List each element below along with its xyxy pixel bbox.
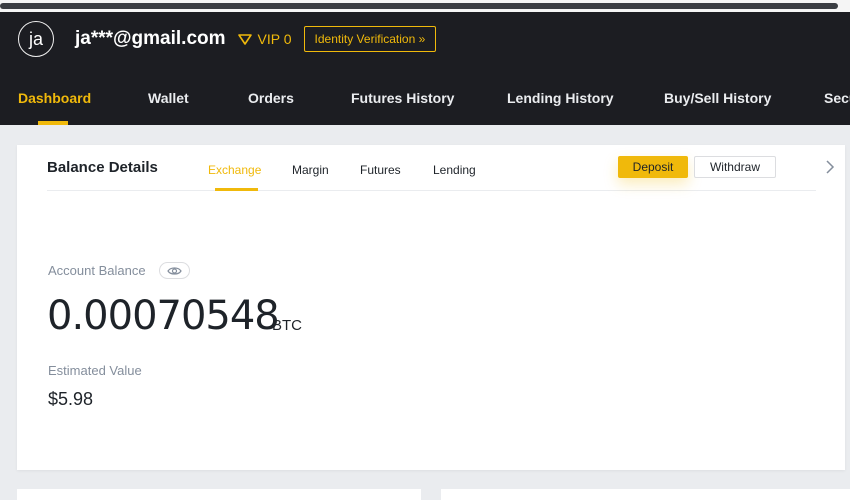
vip-label: VIP 0 [257, 31, 292, 47]
balance-details-title: Balance Details [47, 159, 158, 176]
chevron-right-icon[interactable] [825, 160, 835, 174]
deposit-button[interactable]: Deposit [618, 156, 688, 178]
lower-card-left [17, 489, 421, 500]
horizontal-scrollbar[interactable] [0, 3, 838, 9]
balance-card-header: Balance Details Exchange Margin Futures … [47, 145, 835, 191]
tab-futures[interactable]: Futures [360, 163, 401, 177]
tab-active-indicator [215, 188, 258, 191]
diamond-icon [237, 33, 252, 45]
avatar[interactable]: ja [18, 21, 54, 57]
vip-badge[interactable]: VIP 0 [237, 31, 292, 47]
eye-icon [167, 266, 182, 275]
toggle-visibility-button[interactable] [159, 262, 190, 279]
nav-lending-history[interactable]: Lending History [507, 90, 614, 106]
lower-card-right [441, 489, 850, 500]
tab-exchange[interactable]: Exchange [208, 163, 261, 177]
nav-security[interactable]: Secu [824, 90, 850, 106]
nav-dashboard[interactable]: Dashboard [18, 90, 91, 106]
tab-margin[interactable]: Margin [292, 163, 329, 177]
browser-top-strip [0, 0, 850, 12]
tab-lending[interactable]: Lending [433, 163, 476, 177]
account-balance-label: Account Balance [48, 263, 146, 278]
btc-unit: BTC [272, 317, 302, 334]
account-header: ja ja***@gmail.com VIP 0 Identity Verifi… [0, 12, 850, 125]
estimated-value-label: Estimated Value [48, 363, 142, 378]
main-nav: Dashboard Wallet Orders Futures History … [0, 90, 850, 125]
nav-active-indicator [38, 121, 68, 125]
nav-wallet[interactable]: Wallet [148, 90, 189, 106]
balance-details-card: Balance Details Exchange Margin Futures … [17, 145, 845, 470]
nav-buy-sell-history[interactable]: Buy/Sell History [664, 90, 771, 106]
nav-orders[interactable]: Orders [248, 90, 294, 106]
nav-futures-history[interactable]: Futures History [351, 90, 454, 106]
estimated-value: $5.98 [48, 389, 94, 409]
btc-balance-value: 0.00070548 [47, 293, 280, 339]
identity-verification-button[interactable]: Identity Verification » [303, 26, 437, 52]
user-info-row: ja ja***@gmail.com VIP 0 Identity Verifi… [18, 21, 437, 57]
withdraw-button[interactable]: Withdraw [694, 156, 776, 178]
user-email: ja***@gmail.com [75, 28, 226, 49]
